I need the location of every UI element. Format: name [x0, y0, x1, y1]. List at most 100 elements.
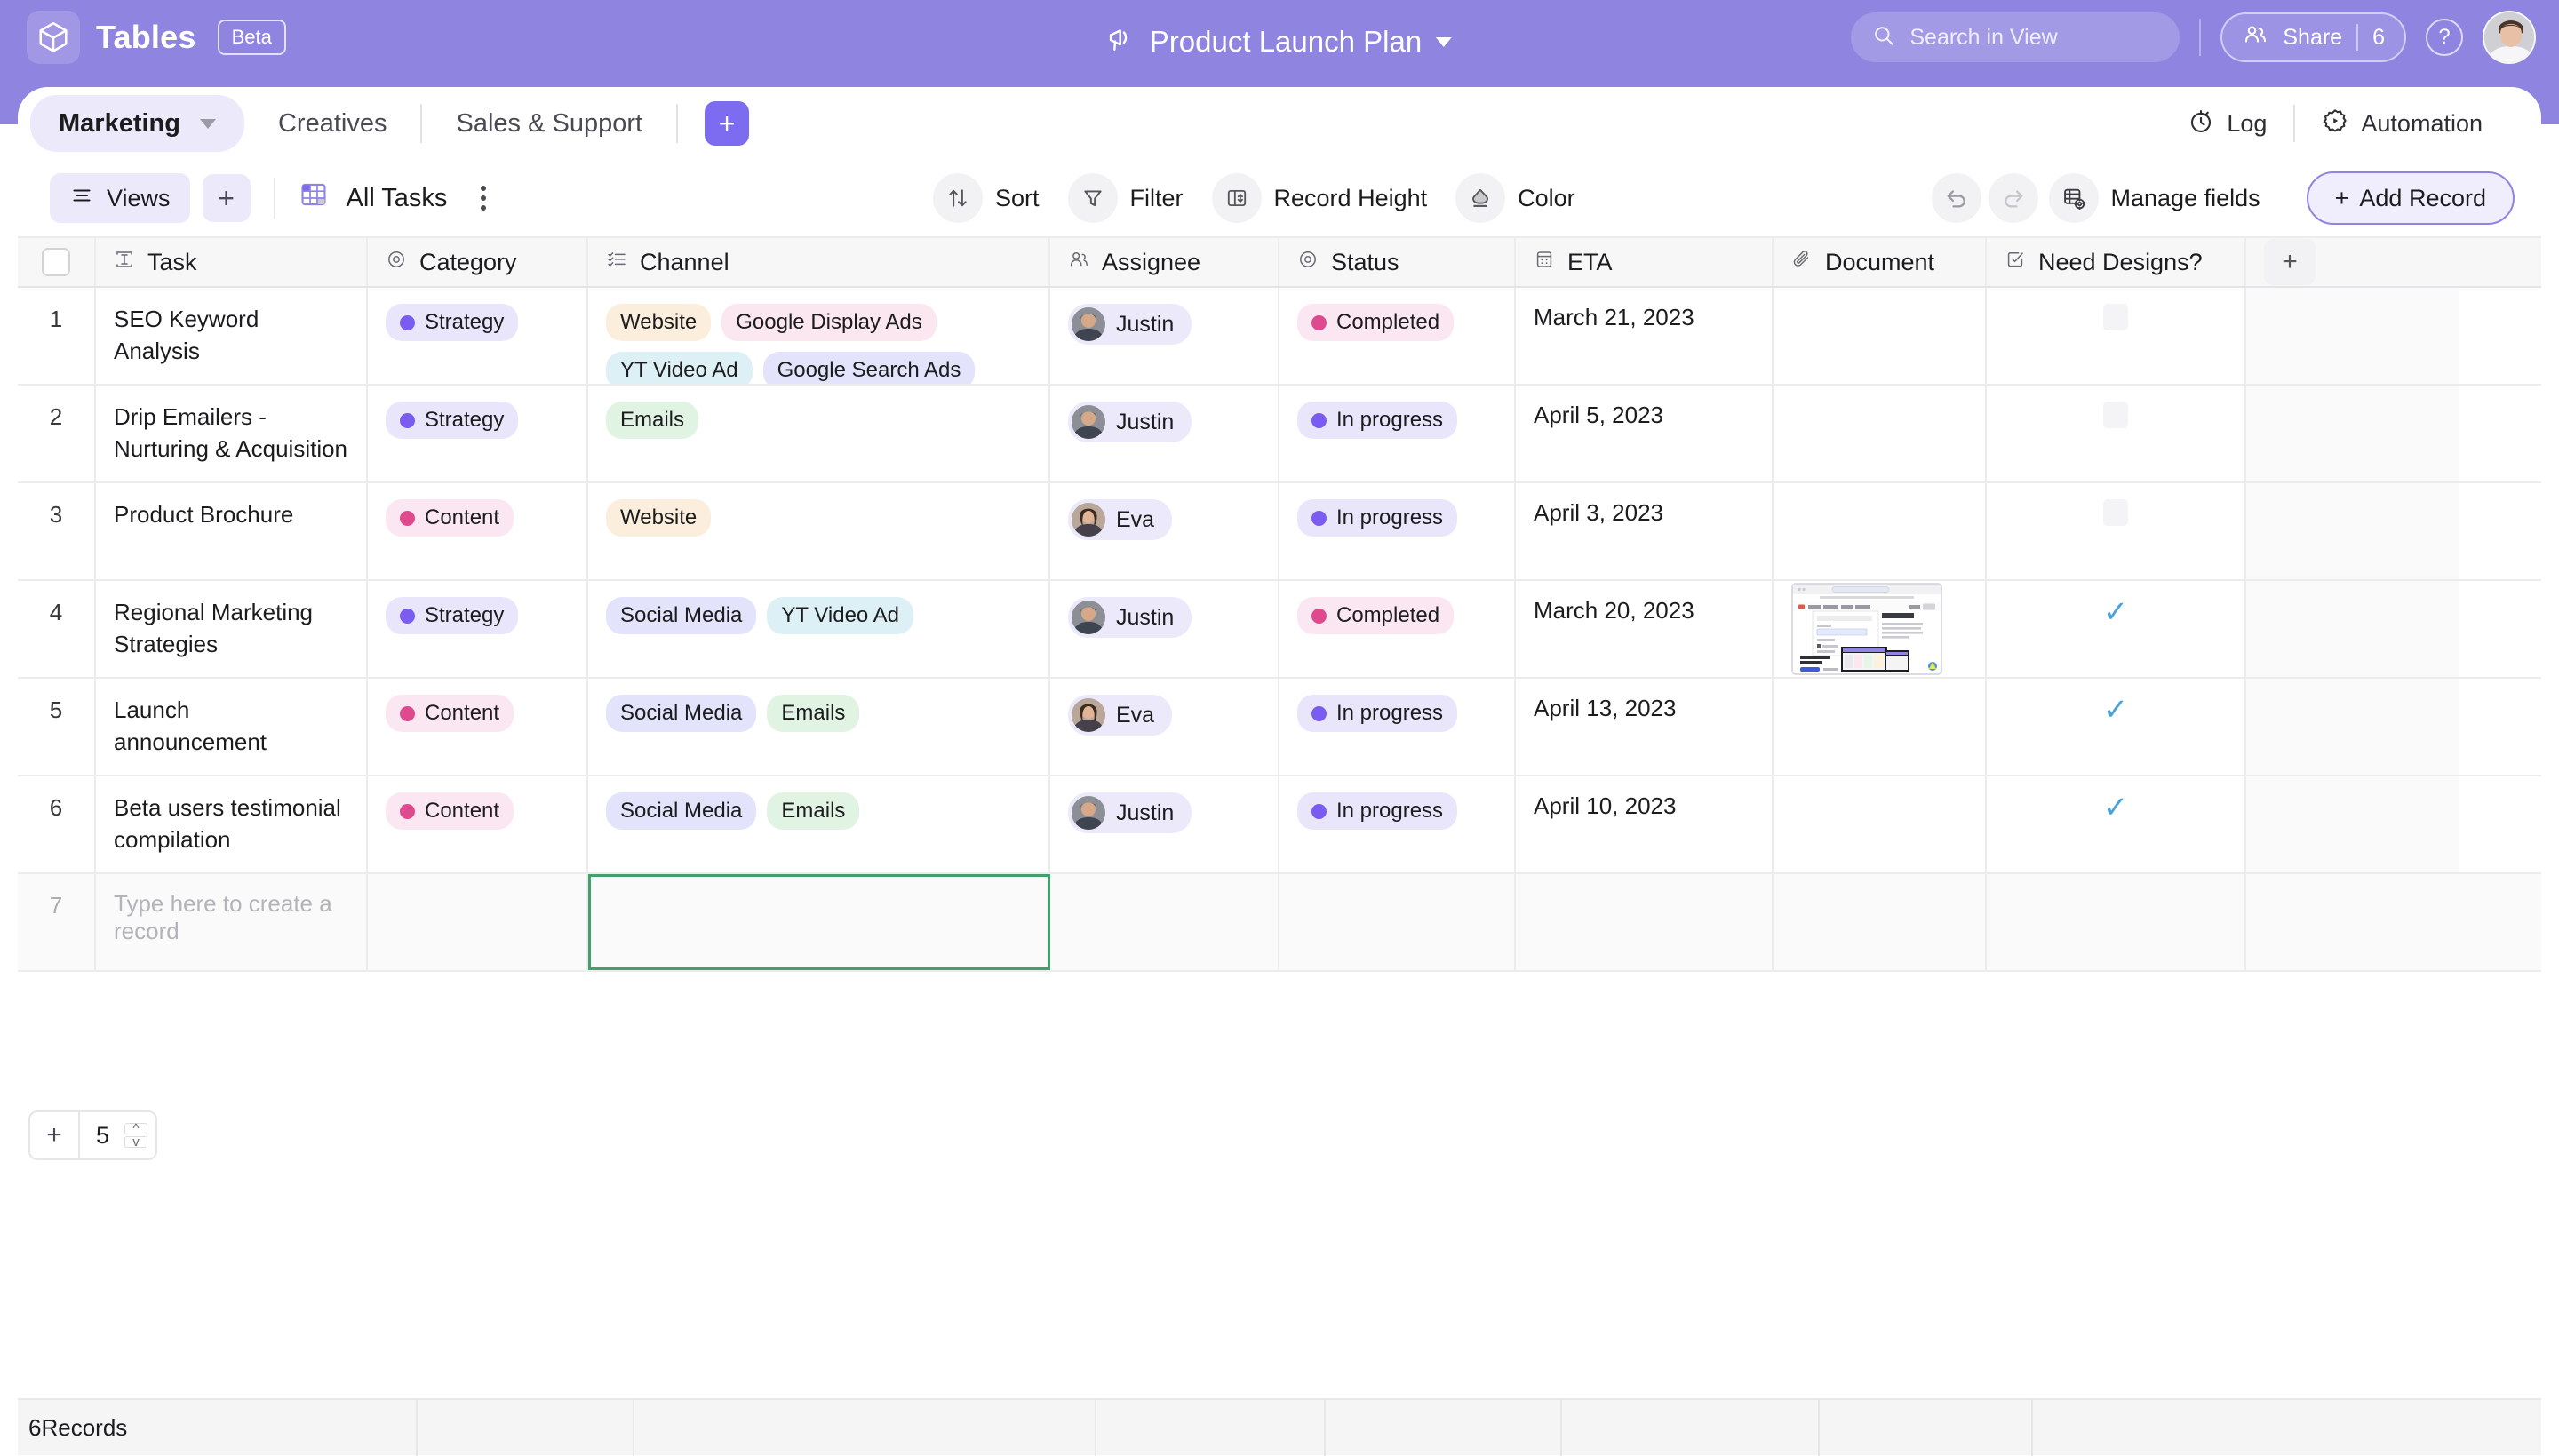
- footer-cell[interactable]: [1562, 1399, 1820, 1456]
- cell-need-designs[interactable]: ✓: [1987, 581, 2246, 677]
- add-column-button[interactable]: +: [2264, 239, 2316, 285]
- cell-assignee[interactable]: [1050, 874, 1280, 970]
- column-header-eta[interactable]: ETA: [1516, 238, 1774, 286]
- select-all-checkbox[interactable]: [18, 238, 96, 286]
- checkbox-icon[interactable]: [2103, 499, 2128, 526]
- checkbox-icon[interactable]: [2103, 304, 2128, 330]
- cell-status[interactable]: Completed: [1280, 581, 1516, 677]
- cell-status[interactable]: Completed: [1280, 288, 1516, 384]
- add-record-button[interactable]: + Add Record: [2307, 171, 2515, 225]
- record-height-button[interactable]: Record Height: [1212, 173, 1447, 223]
- check-icon[interactable]: ✓: [2103, 695, 2129, 725]
- new-record-row[interactable]: 7 Type here to create a record: [18, 874, 2541, 972]
- row-number[interactable]: 3: [18, 483, 96, 579]
- cell-assignee[interactable]: Justin: [1050, 386, 1280, 481]
- column-header-need-designs[interactable]: Need Designs?: [1987, 238, 2246, 286]
- cell-task[interactable]: SEO Keyword Analysis: [96, 288, 368, 384]
- add-view-button[interactable]: +: [203, 174, 251, 222]
- cell-need-designs[interactable]: [1987, 386, 2246, 481]
- table-row[interactable]: 5 Launch announcement Content Social Med…: [18, 679, 2541, 776]
- cell-eta[interactable]: March 21, 2023: [1516, 288, 1774, 384]
- cell-channel[interactable]: Social Media YT Video Ad: [588, 581, 1050, 677]
- automation-button[interactable]: Automation: [2295, 107, 2509, 140]
- table-row[interactable]: 4 Regional Marketing Strategies Strategy…: [18, 581, 2541, 679]
- cell-need-designs[interactable]: ✓: [1987, 679, 2246, 775]
- footer-cell[interactable]: [2033, 1399, 2292, 1456]
- tab-marketing[interactable]: Marketing: [30, 95, 244, 152]
- cell-status[interactable]: In progress: [1280, 483, 1516, 579]
- add-rows-stepper[interactable]: + 5 ^ v: [28, 1110, 157, 1160]
- cell-assignee[interactable]: Justin: [1050, 581, 1280, 677]
- cell-eta[interactable]: April 3, 2023: [1516, 483, 1774, 579]
- cell-assignee[interactable]: Justin: [1050, 776, 1280, 872]
- cell-status[interactable]: In progress: [1280, 679, 1516, 775]
- table-row[interactable]: 2 Drip Emailers - Nurturing & Acquisitio…: [18, 386, 2541, 483]
- cell-document[interactable]: [1774, 483, 1987, 579]
- cell-need-designs[interactable]: [1987, 874, 2246, 970]
- cell-status[interactable]: [1280, 874, 1516, 970]
- stepper-arrows[interactable]: ^ v: [125, 1112, 155, 1158]
- tab-sales-support[interactable]: Sales & Support: [422, 95, 676, 152]
- cell-category[interactable]: Content: [368, 483, 588, 579]
- cell-eta[interactable]: April 5, 2023: [1516, 386, 1774, 481]
- table-row[interactable]: 1 SEO Keyword Analysis Strategy Website …: [18, 288, 2541, 386]
- column-header-assignee[interactable]: Assignee: [1050, 238, 1280, 286]
- check-icon[interactable]: ✓: [2103, 792, 2129, 823]
- stepper-up-icon[interactable]: ^: [124, 1123, 147, 1134]
- cell-category[interactable]: Content: [368, 679, 588, 775]
- views-button[interactable]: Views: [50, 173, 190, 223]
- cell-assignee[interactable]: Justin: [1050, 288, 1280, 384]
- undo-button[interactable]: [1932, 173, 1981, 223]
- cell-assignee[interactable]: Eva: [1050, 483, 1280, 579]
- stepper-down-icon[interactable]: v: [124, 1136, 147, 1148]
- cell-status[interactable]: In progress: [1280, 386, 1516, 481]
- log-button[interactable]: Log: [2161, 107, 2293, 140]
- footer-cell[interactable]: [634, 1399, 1096, 1456]
- cell-channel[interactable]: Emails: [588, 386, 1050, 481]
- column-header-channel[interactable]: Channel: [588, 238, 1050, 286]
- footer-cell[interactable]: [418, 1399, 634, 1456]
- footer-cell[interactable]: [1326, 1399, 1562, 1456]
- cell-category[interactable]: [368, 874, 588, 970]
- cell-category[interactable]: Content: [368, 776, 588, 872]
- column-header-category[interactable]: Category: [368, 238, 588, 286]
- cell-assignee[interactable]: Eva: [1050, 679, 1280, 775]
- filter-button[interactable]: Filter: [1068, 173, 1203, 223]
- cell-eta[interactable]: March 20, 2023: [1516, 581, 1774, 677]
- cell-task[interactable]: Drip Emailers - Nurturing & Acquisition: [96, 386, 368, 481]
- avatar[interactable]: [2483, 11, 2536, 64]
- cell-task[interactable]: Regional Marketing Strategies: [96, 581, 368, 677]
- cell-document[interactable]: [1774, 288, 1987, 384]
- row-number[interactable]: 4: [18, 581, 96, 677]
- cell-document[interactable]: [1774, 776, 1987, 872]
- document-title[interactable]: Product Launch Plan: [1107, 23, 1452, 60]
- checkbox-icon[interactable]: [2103, 402, 2128, 428]
- cell-document[interactable]: [1774, 874, 1987, 970]
- footer-cell[interactable]: [1820, 1399, 2033, 1456]
- column-header-document[interactable]: Document: [1774, 238, 1987, 286]
- tab-creatives[interactable]: Creatives: [244, 95, 421, 152]
- cell-category[interactable]: Strategy: [368, 581, 588, 677]
- column-header-task[interactable]: Task: [96, 238, 368, 286]
- cell-eta[interactable]: April 10, 2023: [1516, 776, 1774, 872]
- cell-document[interactable]: [1774, 386, 1987, 481]
- row-number[interactable]: 2: [18, 386, 96, 481]
- cell-category[interactable]: Strategy: [368, 288, 588, 384]
- current-view[interactable]: All Tasks: [299, 179, 487, 217]
- cell-eta[interactable]: April 13, 2023: [1516, 679, 1774, 775]
- manage-fields-button[interactable]: Manage fields: [2049, 173, 2280, 223]
- add-rows-button[interactable]: +: [30, 1112, 80, 1158]
- share-button[interactable]: Share 6: [2220, 12, 2406, 62]
- redo-button[interactable]: [1989, 173, 2038, 223]
- document-thumbnail[interactable]: [1791, 583, 1942, 675]
- sort-button[interactable]: Sort: [933, 173, 1059, 223]
- cell-document[interactable]: [1774, 679, 1987, 775]
- color-button[interactable]: Color: [1455, 173, 1595, 223]
- check-icon[interactable]: ✓: [2103, 597, 2129, 627]
- cell-channel[interactable]: Social Media Emails: [588, 776, 1050, 872]
- cell-channel[interactable]: Website Google Display Ads YT Video Ad G…: [588, 288, 1050, 384]
- row-number[interactable]: 5: [18, 679, 96, 775]
- cell-category[interactable]: Strategy: [368, 386, 588, 481]
- search-input[interactable]: Search in View: [1851, 12, 2180, 62]
- cell-channel[interactable]: Social Media Emails: [588, 679, 1050, 775]
